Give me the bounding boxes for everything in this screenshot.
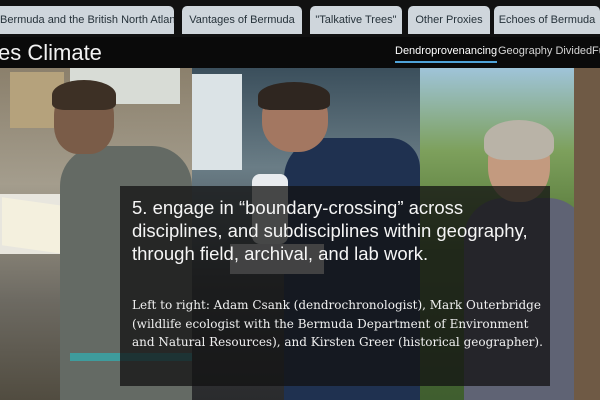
section-link-next[interactable]: Fu	[592, 45, 600, 57]
tab-talkative-trees[interactable]: "Talkative Trees"	[310, 6, 402, 34]
caption-credit: Left to right: Adam Csank (dendrochronol…	[132, 298, 543, 349]
window	[192, 74, 242, 170]
caption-overlay: 5. engage in “boundary-crossing” across …	[120, 186, 550, 386]
tree-trunk	[574, 68, 600, 400]
story-tab-bar: Bermuda and the British North Atlantic V…	[0, 0, 600, 37]
tab-bermuda-british-north-atlantic[interactable]: Bermuda and the British North Atlantic	[0, 6, 174, 34]
tab-echoes-of-bermuda[interactable]: Echoes of Bermuda	[494, 6, 600, 34]
tab-other-proxies[interactable]: Other Proxies	[408, 6, 490, 34]
section-link-dendroprovenancing[interactable]: Dendroprovenancing	[395, 45, 498, 63]
person-hair	[484, 120, 554, 160]
section-link-geography-divided[interactable]: Geography Divided	[498, 45, 592, 57]
person-hair	[52, 80, 116, 110]
story-header: es Climate Dendroprovenancing Geography …	[0, 37, 600, 68]
caption-heading: 5. engage in “boundary-crossing” across …	[132, 197, 528, 264]
person-hair	[258, 82, 330, 110]
tab-vantages-of-bermuda[interactable]: Vantages of Bermuda	[182, 6, 302, 34]
page-title: es Climate	[0, 40, 102, 65]
